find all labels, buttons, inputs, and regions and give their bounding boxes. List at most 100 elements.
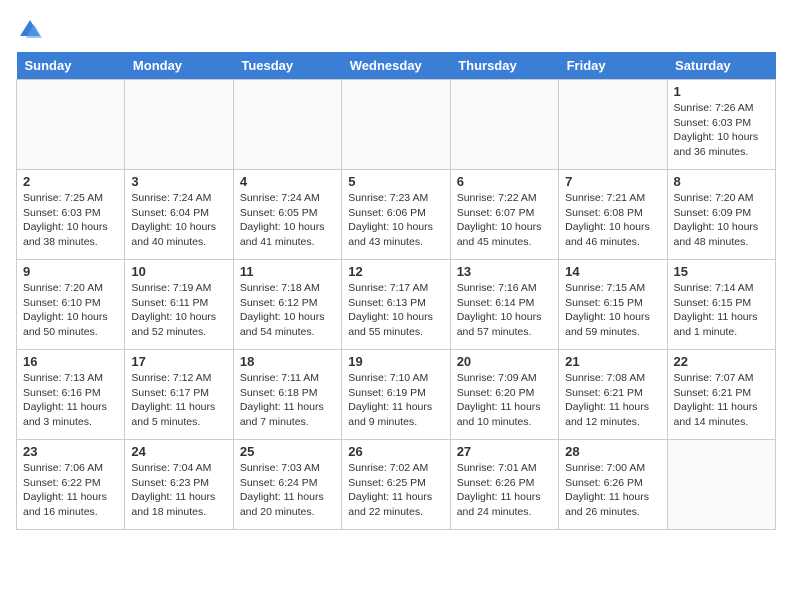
calendar-cell: 21 Sunrise: 7:08 AM Sunset: 6:21 PM Dayli… — [559, 350, 667, 440]
day-info: Sunrise: 7:07 AM Sunset: 6:21 PM Dayligh… — [674, 371, 769, 430]
day-info: Sunrise: 7:22 AM Sunset: 6:07 PM Dayligh… — [457, 191, 552, 250]
day-number: 10 — [131, 264, 226, 279]
calendar-week-3: 16 Sunrise: 7:13 AM Sunset: 6:16 PM Dayli… — [17, 350, 776, 440]
day-info: Sunrise: 7:00 AM Sunset: 6:26 PM Dayligh… — [565, 461, 660, 520]
day-info: Sunrise: 7:18 AM Sunset: 6:12 PM Dayligh… — [240, 281, 335, 340]
day-info: Sunrise: 7:17 AM Sunset: 6:13 PM Dayligh… — [348, 281, 443, 340]
day-info: Sunrise: 7:08 AM Sunset: 6:21 PM Dayligh… — [565, 371, 660, 430]
calendar-cell — [342, 80, 450, 170]
calendar-cell: 25 Sunrise: 7:03 AM Sunset: 6:24 PM Dayli… — [233, 440, 341, 530]
calendar-cell: 15 Sunrise: 7:14 AM Sunset: 6:15 PM Dayli… — [667, 260, 775, 350]
day-number: 25 — [240, 444, 335, 459]
day-number: 5 — [348, 174, 443, 189]
header-day-friday: Friday — [559, 52, 667, 80]
calendar-cell: 17Sunrise: 7:12 AM Sunset: 6:17 PM Dayli… — [125, 350, 233, 440]
day-info: Sunrise: 7:11 AM Sunset: 6:18 PM Dayligh… — [240, 371, 335, 430]
day-number: 4 — [240, 174, 335, 189]
day-info: Sunrise: 7:23 AM Sunset: 6:06 PM Dayligh… — [348, 191, 443, 250]
page-header — [16, 16, 776, 44]
day-number: 7 — [565, 174, 660, 189]
calendar-cell: 8 Sunrise: 7:20 AM Sunset: 6:09 PM Daylig… — [667, 170, 775, 260]
calendar-cell: 10 Sunrise: 7:19 AM Sunset: 6:11 PM Dayli… — [125, 260, 233, 350]
calendar-body: 1 Sunrise: 7:26 AM Sunset: 6:03 PM Daylig… — [17, 80, 776, 530]
day-info: Sunrise: 7:14 AM Sunset: 6:15 PM Dayligh… — [674, 281, 769, 340]
header-day-tuesday: Tuesday — [233, 52, 341, 80]
calendar-cell: 22Sunrise: 7:07 AM Sunset: 6:21 PM Dayli… — [667, 350, 775, 440]
day-info: Sunrise: 7:20 AM Sunset: 6:10 PM Dayligh… — [23, 281, 118, 340]
calendar-table: SundayMondayTuesdayWednesdayThursdayFrid… — [16, 52, 776, 530]
calendar-cell: 11 Sunrise: 7:18 AM Sunset: 6:12 PM Dayli… — [233, 260, 341, 350]
day-info: Sunrise: 7:06 AM Sunset: 6:22 PM Dayligh… — [23, 461, 118, 520]
calendar-cell: 23 Sunrise: 7:06 AM Sunset: 6:22 PM Dayli… — [17, 440, 125, 530]
day-number: 13 — [457, 264, 552, 279]
day-number: 19 — [348, 354, 443, 369]
day-number: 18 — [240, 354, 335, 369]
calendar-cell: 3 Sunrise: 7:24 AM Sunset: 6:04 PM Daylig… — [125, 170, 233, 260]
day-number: 28 — [565, 444, 660, 459]
day-info: Sunrise: 7:02 AM Sunset: 6:25 PM Dayligh… — [348, 461, 443, 520]
header-day-wednesday: Wednesday — [342, 52, 450, 80]
calendar-cell: 2 Sunrise: 7:25 AM Sunset: 6:03 PM Daylig… — [17, 170, 125, 260]
calendar-cell: 9 Sunrise: 7:20 AM Sunset: 6:10 PM Daylig… — [17, 260, 125, 350]
day-number: 16 — [23, 354, 118, 369]
day-info: Sunrise: 7:01 AM Sunset: 6:26 PM Dayligh… — [457, 461, 552, 520]
day-number: 14 — [565, 264, 660, 279]
day-info: Sunrise: 7:19 AM Sunset: 6:11 PM Dayligh… — [131, 281, 226, 340]
day-number: 2 — [23, 174, 118, 189]
day-info: Sunrise: 7:13 AM Sunset: 6:16 PM Dayligh… — [23, 371, 118, 430]
day-number: 1 — [674, 84, 769, 99]
calendar-cell: 5 Sunrise: 7:23 AM Sunset: 6:06 PM Daylig… — [342, 170, 450, 260]
day-number: 24 — [131, 444, 226, 459]
day-number: 3 — [131, 174, 226, 189]
day-number: 6 — [457, 174, 552, 189]
day-info: Sunrise: 7:20 AM Sunset: 6:09 PM Dayligh… — [674, 191, 769, 250]
calendar-cell — [450, 80, 558, 170]
day-number: 8 — [674, 174, 769, 189]
calendar-week-4: 23 Sunrise: 7:06 AM Sunset: 6:22 PM Dayli… — [17, 440, 776, 530]
day-info: Sunrise: 7:15 AM Sunset: 6:15 PM Dayligh… — [565, 281, 660, 340]
header-day-monday: Monday — [125, 52, 233, 80]
day-info: Sunrise: 7:25 AM Sunset: 6:03 PM Dayligh… — [23, 191, 118, 250]
header-day-saturday: Saturday — [667, 52, 775, 80]
day-info: Sunrise: 7:09 AM Sunset: 6:20 PM Dayligh… — [457, 371, 552, 430]
calendar-cell: 18 Sunrise: 7:11 AM Sunset: 6:18 PM Dayli… — [233, 350, 341, 440]
day-number: 27 — [457, 444, 552, 459]
calendar-cell: 4 Sunrise: 7:24 AM Sunset: 6:05 PM Daylig… — [233, 170, 341, 260]
day-info: Sunrise: 7:24 AM Sunset: 6:05 PM Dayligh… — [240, 191, 335, 250]
logo-icon — [16, 16, 44, 44]
day-number: 23 — [23, 444, 118, 459]
day-number: 11 — [240, 264, 335, 279]
calendar-cell: 14 Sunrise: 7:15 AM Sunset: 6:15 PM Dayli… — [559, 260, 667, 350]
calendar-header: SundayMondayTuesdayWednesdayThursdayFrid… — [17, 52, 776, 80]
day-info: Sunrise: 7:24 AM Sunset: 6:04 PM Dayligh… — [131, 191, 226, 250]
calendar-cell: 27 Sunrise: 7:01 AM Sunset: 6:26 PM Dayli… — [450, 440, 558, 530]
calendar-week-0: 1 Sunrise: 7:26 AM Sunset: 6:03 PM Daylig… — [17, 80, 776, 170]
day-info: Sunrise: 7:26 AM Sunset: 6:03 PM Dayligh… — [674, 101, 769, 160]
day-info: Sunrise: 7:10 AM Sunset: 6:19 PM Dayligh… — [348, 371, 443, 430]
calendar-cell: 6 Sunrise: 7:22 AM Sunset: 6:07 PM Daylig… — [450, 170, 558, 260]
calendar-cell: 26Sunrise: 7:02 AM Sunset: 6:25 PM Dayli… — [342, 440, 450, 530]
day-info: Sunrise: 7:21 AM Sunset: 6:08 PM Dayligh… — [565, 191, 660, 250]
calendar-cell: 12 Sunrise: 7:17 AM Sunset: 6:13 PM Dayli… — [342, 260, 450, 350]
calendar-cell: 7 Sunrise: 7:21 AM Sunset: 6:08 PM Daylig… — [559, 170, 667, 260]
logo — [16, 16, 48, 44]
calendar-cell: 24Sunrise: 7:04 AM Sunset: 6:23 PM Dayli… — [125, 440, 233, 530]
calendar-cell: 1 Sunrise: 7:26 AM Sunset: 6:03 PM Daylig… — [667, 80, 775, 170]
calendar-cell — [233, 80, 341, 170]
day-number: 21 — [565, 354, 660, 369]
day-number: 17 — [131, 354, 226, 369]
calendar-cell — [559, 80, 667, 170]
calendar-cell: 13 Sunrise: 7:16 AM Sunset: 6:14 PM Dayli… — [450, 260, 558, 350]
calendar-week-2: 9 Sunrise: 7:20 AM Sunset: 6:10 PM Daylig… — [17, 260, 776, 350]
day-info: Sunrise: 7:03 AM Sunset: 6:24 PM Dayligh… — [240, 461, 335, 520]
day-number: 9 — [23, 264, 118, 279]
calendar-week-1: 2 Sunrise: 7:25 AM Sunset: 6:03 PM Daylig… — [17, 170, 776, 260]
calendar-cell — [125, 80, 233, 170]
header-day-sunday: Sunday — [17, 52, 125, 80]
calendar-cell: 20Sunrise: 7:09 AM Sunset: 6:20 PM Dayli… — [450, 350, 558, 440]
calendar-cell: 16 Sunrise: 7:13 AM Sunset: 6:16 PM Dayli… — [17, 350, 125, 440]
calendar-cell: 28 Sunrise: 7:00 AM Sunset: 6:26 PM Dayli… — [559, 440, 667, 530]
day-number: 15 — [674, 264, 769, 279]
day-info: Sunrise: 7:16 AM Sunset: 6:14 PM Dayligh… — [457, 281, 552, 340]
day-number: 12 — [348, 264, 443, 279]
